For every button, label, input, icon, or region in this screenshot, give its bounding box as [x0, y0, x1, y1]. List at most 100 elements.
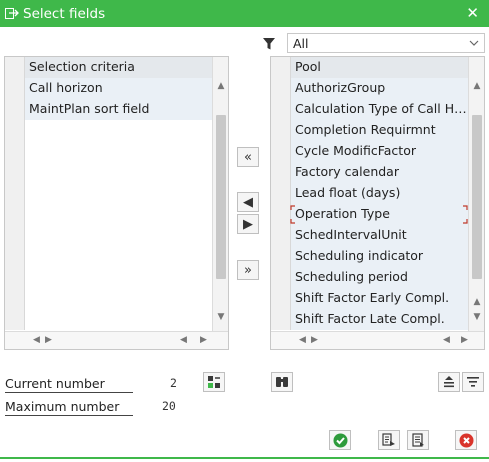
- row-selector[interactable]: [271, 225, 291, 246]
- table-row[interactable]: Cycle ModificFactor: [271, 141, 468, 162]
- copy-settings-button[interactable]: [378, 430, 400, 450]
- row-selector[interactable]: [271, 309, 291, 330]
- empty-row: [5, 120, 214, 141]
- horizontal-scrollbar[interactable]: ◀ ▶ ◀ ▶: [5, 331, 228, 349]
- row-selector[interactable]: [271, 162, 291, 183]
- table-row[interactable]: Calculation Type of Call Ho...: [271, 99, 468, 120]
- table-row[interactable]: Shift Factor Late Compl.: [271, 309, 468, 330]
- empty-cell: [25, 246, 214, 267]
- table-row[interactable]: Completion Requirmnt: [271, 120, 468, 141]
- empty-cell: [25, 204, 214, 225]
- table-cell[interactable]: Cycle ModificFactor: [291, 141, 468, 162]
- table-row[interactable]: Shift Factor Early Compl.: [271, 288, 468, 309]
- row-selector[interactable]: [5, 99, 25, 120]
- scroll-left-icon[interactable]: ◀: [33, 335, 40, 345]
- window-title: Select fields: [23, 5, 106, 22]
- row-selector[interactable]: [271, 99, 291, 120]
- move-all-to-selection-button[interactable]: «: [237, 147, 259, 167]
- table-row[interactable]: AuthorizGroup: [271, 78, 468, 99]
- confirm-button[interactable]: [329, 430, 351, 450]
- row-selector: [5, 162, 25, 183]
- table-row[interactable]: Scheduling period: [271, 267, 468, 288]
- sort-ascending-icon: [444, 376, 454, 388]
- scroll-thumb[interactable]: [472, 115, 482, 279]
- scroll-down-icon[interactable]: ▼: [469, 312, 484, 322]
- table-cell[interactable]: MaintPlan sort field: [25, 99, 214, 120]
- load-settings-button[interactable]: [407, 430, 429, 450]
- row-selector[interactable]: [271, 246, 291, 267]
- table-row-focused[interactable]: Operation Type: [271, 204, 468, 225]
- column-header-selection-criteria[interactable]: Selection criteria: [25, 57, 214, 78]
- row-selector: [5, 204, 25, 225]
- table-cell[interactable]: Completion Requirmnt: [291, 120, 468, 141]
- scroll-left-icon[interactable]: ◀: [180, 335, 187, 345]
- table-cell[interactable]: Shift Factor Early Compl.: [291, 288, 468, 309]
- row-selector[interactable]: [5, 78, 25, 99]
- row-selector[interactable]: [271, 288, 291, 309]
- vertical-scrollbar[interactable]: ▲ ▲ ▼: [468, 57, 484, 331]
- close-icon[interactable]: ✕: [466, 4, 479, 22]
- empty-row: [5, 141, 214, 162]
- table-cell[interactable]: Factory calendar: [291, 162, 468, 183]
- table-cell[interactable]: Scheduling period: [291, 267, 468, 288]
- title-bar: Select fields ✕: [0, 0, 489, 27]
- maximum-number-label: Maximum number: [5, 399, 133, 416]
- empty-cell: [25, 288, 214, 309]
- scroll-thumb[interactable]: [216, 115, 226, 279]
- pool-table: Pool AuthorizGroup Calculation Type of C…: [270, 56, 485, 350]
- scroll-left-icon[interactable]: ◀: [443, 335, 450, 345]
- horizontal-scrollbar[interactable]: ◀ ▶ ◀ ▶: [271, 331, 484, 349]
- vertical-scrollbar[interactable]: ▲ ▼: [212, 57, 228, 331]
- sort-ascending-button[interactable]: [438, 372, 460, 392]
- row-selector[interactable]: [271, 267, 291, 288]
- row-selector: [5, 225, 25, 246]
- table-row[interactable]: Call horizon: [5, 78, 214, 99]
- filter-dropdown[interactable]: All: [287, 33, 485, 53]
- row-selector[interactable]: [271, 120, 291, 141]
- table-cell[interactable]: Lead float (days): [291, 183, 468, 204]
- scroll-left-icon[interactable]: ◀: [299, 335, 306, 345]
- table-cell[interactable]: AuthorizGroup: [291, 78, 468, 99]
- chevron-down-icon: [469, 35, 479, 54]
- scroll-up-icon[interactable]: ▲: [469, 297, 484, 307]
- scroll-right-icon[interactable]: ▶: [311, 335, 318, 345]
- move-all-to-pool-button[interactable]: »: [237, 260, 259, 280]
- select-all-cell[interactable]: [5, 57, 25, 78]
- find-button[interactable]: [271, 372, 293, 392]
- scroll-up-icon[interactable]: ▲: [213, 81, 228, 91]
- scroll-down-icon[interactable]: ▼: [213, 312, 228, 322]
- row-selector[interactable]: [271, 78, 291, 99]
- row-selector[interactable]: [271, 183, 291, 204]
- move-to-pool-button[interactable]: ▶: [237, 214, 259, 234]
- table-cell[interactable]: Call horizon: [25, 78, 214, 99]
- select-fields-icon: [5, 7, 19, 20]
- sort-descending-button[interactable]: [462, 372, 484, 392]
- scroll-right-icon[interactable]: ▶: [461, 335, 468, 345]
- layout-button[interactable]: [203, 372, 225, 392]
- column-header-pool[interactable]: Pool: [291, 57, 468, 78]
- binoculars-icon: [276, 377, 288, 387]
- empty-cell: [25, 225, 214, 246]
- table-cell[interactable]: SchedIntervalUnit: [291, 225, 468, 246]
- move-to-selection-button[interactable]: ◀: [237, 192, 259, 212]
- table-cell[interactable]: Shift Factor Late Compl.: [291, 309, 468, 330]
- empty-row: [5, 225, 214, 246]
- table-row[interactable]: Lead float (days): [271, 183, 468, 204]
- scroll-right-icon[interactable]: ▶: [200, 335, 207, 345]
- select-all-cell[interactable]: [271, 57, 291, 78]
- table-row[interactable]: SchedIntervalUnit: [271, 225, 468, 246]
- row-selector[interactable]: [271, 141, 291, 162]
- scroll-up-icon[interactable]: ▲: [469, 81, 484, 91]
- table-header-row: Pool: [271, 57, 468, 78]
- table-cell[interactable]: Scheduling indicator: [291, 246, 468, 267]
- maximum-number-value: 20: [162, 399, 176, 413]
- empty-cell: [25, 267, 214, 288]
- table-row[interactable]: Scheduling indicator: [271, 246, 468, 267]
- filter-icon[interactable]: [262, 37, 276, 51]
- scroll-right-icon[interactable]: ▶: [45, 335, 52, 345]
- cancel-button[interactable]: [455, 430, 477, 450]
- empty-cell: [25, 309, 214, 330]
- table-row[interactable]: MaintPlan sort field: [5, 99, 214, 120]
- table-cell[interactable]: Calculation Type of Call Ho...: [291, 99, 468, 120]
- table-row[interactable]: Factory calendar: [271, 162, 468, 183]
